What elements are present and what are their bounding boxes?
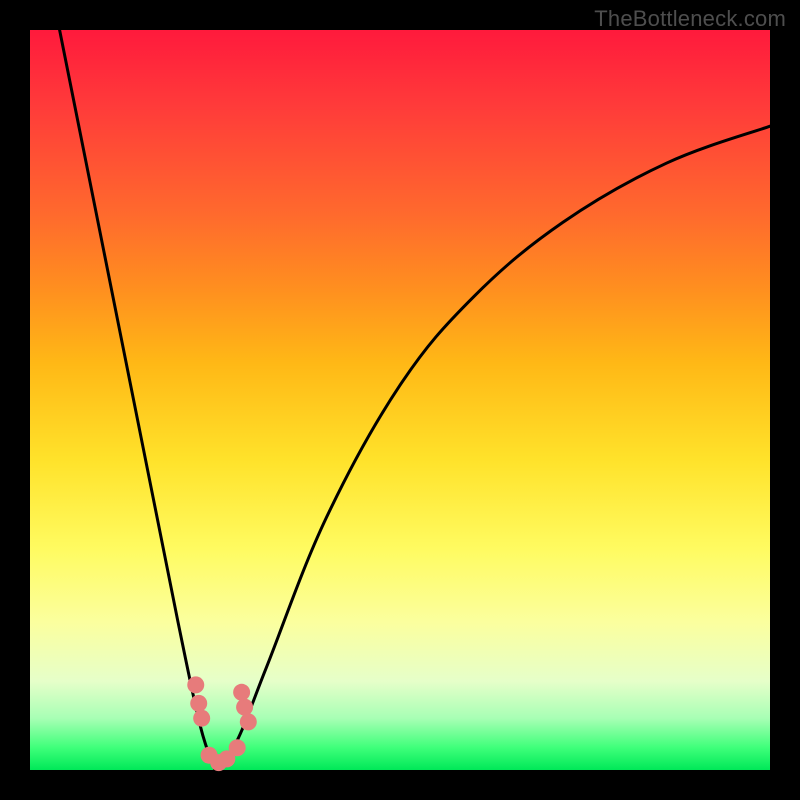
chart-frame: TheBottleneck.com — [0, 0, 800, 800]
marker-dot — [236, 699, 253, 716]
marker-dot — [187, 676, 204, 693]
marker-dot — [240, 713, 257, 730]
marker-dot — [229, 739, 246, 756]
marker-cluster — [187, 676, 257, 771]
right-branch-curve — [215, 126, 770, 770]
marker-dot — [193, 710, 210, 727]
marker-dot — [190, 695, 207, 712]
watermark-text: TheBottleneck.com — [594, 6, 786, 32]
plot-area — [30, 30, 770, 770]
left-branch-curve — [60, 30, 215, 770]
marker-dot — [233, 684, 250, 701]
curve-layer — [30, 30, 770, 770]
